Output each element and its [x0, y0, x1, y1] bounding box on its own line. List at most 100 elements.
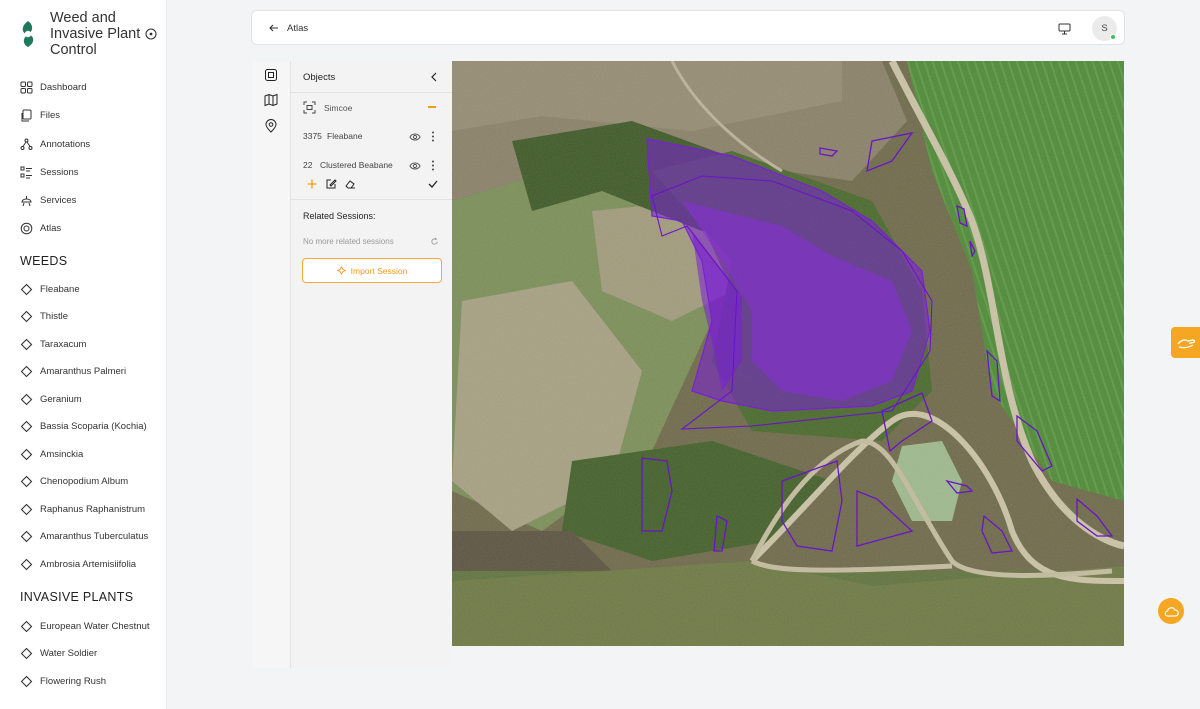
objects-panel: Objects Simcoe 3375 Fleabane 22 Clustere…	[291, 61, 452, 668]
nav-label: Atlas	[40, 222, 62, 234]
add-icon[interactable]	[306, 178, 318, 190]
object-name: Clustered Beabane	[320, 160, 393, 170]
list-item-label: Amaranthus Palmeri	[40, 366, 127, 377]
list-item-label: Amaranthus Tuberculatus	[40, 531, 149, 542]
diamond-icon	[20, 503, 33, 515]
info-icon[interactable]	[145, 28, 157, 40]
weed-item[interactable]: Amaranthus Tuberculatus	[20, 527, 160, 547]
breadcrumb[interactable]: Atlas	[287, 23, 308, 34]
list-item-label: Amsinckia	[40, 448, 84, 460]
hand-icon	[1176, 338, 1195, 348]
annotations-icon	[20, 138, 33, 150]
more-vertical-icon[interactable]	[431, 160, 435, 171]
diamond-icon	[20, 475, 33, 488]
weed-item[interactable]: Raphanus Raphanistrum	[20, 499, 160, 519]
services-icon	[21, 195, 32, 206]
diamond-icon	[20, 647, 33, 660]
nav-annotations[interactable]: Annotations	[20, 134, 160, 154]
panel-title: Objects	[303, 72, 336, 83]
diamond-icon	[20, 365, 33, 378]
edit-icon[interactable]	[325, 178, 337, 190]
cloud-sync-button[interactable]	[1158, 598, 1184, 624]
objects-panel-icon[interactable]	[264, 68, 278, 82]
diamond-icon	[20, 338, 33, 350]
nav-label: Annotations	[40, 138, 91, 150]
map-icon[interactable]	[264, 93, 278, 107]
invasive-plant-item[interactable]: Flowering Rush	[20, 671, 160, 691]
cloud-icon	[1164, 606, 1179, 617]
aerial-map[interactable]	[452, 61, 1124, 646]
eye-icon[interactable]	[409, 161, 421, 171]
list-item-label: Taraxacum	[40, 338, 87, 350]
list-item-label: Geranium	[40, 393, 82, 405]
monitor-icon[interactable]	[1058, 22, 1071, 35]
collapse-group-button[interactable]	[428, 106, 436, 108]
related-sessions-empty: No more related sessions	[303, 237, 394, 246]
related-sessions-title: Related Sessions:	[303, 211, 376, 221]
top-bar: Atlas S	[251, 10, 1125, 45]
diamond-icon	[20, 283, 33, 295]
nav-atlas[interactable]: Atlas	[20, 218, 160, 238]
weed-item[interactable]: Fleabane	[20, 279, 160, 299]
invasive-plant-item[interactable]: European Water Chestnut	[20, 616, 160, 636]
nav-services[interactable]: Services	[20, 190, 160, 210]
atlas-icon	[20, 222, 33, 234]
sidebar: Weed and Invasive Plant Control Dashboar…	[0, 0, 167, 709]
leaf-logo-icon	[22, 21, 34, 47]
object-count: 3375	[303, 131, 322, 141]
invasive-heading: INVASIVE PLANTS	[20, 590, 134, 604]
object-name: Fleabane	[327, 131, 363, 141]
nav-dashboard[interactable]: Dashboard	[20, 77, 160, 97]
list-item-label: European Water Chestnut	[40, 620, 150, 632]
divider	[291, 199, 452, 200]
tool-rail	[252, 61, 291, 668]
app-title: Weed and Invasive Plant Control	[50, 10, 141, 58]
map-canvas[interactable]	[452, 61, 1124, 646]
sessions-icon	[20, 166, 32, 178]
object-row[interactable]: 22 Clustered Beabane	[303, 160, 443, 174]
invasive-plant-item[interactable]: Water Soldier	[20, 644, 160, 664]
weed-item[interactable]: Taraxacum	[20, 334, 160, 354]
weed-item[interactable]: Geranium	[20, 389, 160, 409]
weed-item[interactable]: Amaranthus Palmeri	[20, 362, 160, 382]
diamond-icon	[20, 310, 33, 323]
weed-item[interactable]: Thistle	[20, 307, 160, 327]
weed-item[interactable]: Chenopodium Album	[20, 472, 160, 492]
scan-icon	[303, 101, 316, 114]
weed-item[interactable]: Bassia Scoparia (Kochia)	[20, 417, 160, 437]
files-icon	[21, 109, 32, 121]
gesture-help-button[interactable]	[1171, 327, 1200, 358]
import-icon	[336, 266, 346, 275]
nav-files[interactable]: Files	[20, 105, 160, 125]
eraser-icon[interactable]	[344, 178, 356, 190]
location-pin-icon[interactable]	[264, 119, 278, 133]
list-item-label: Bassia Scoparia (Kochia)	[40, 421, 147, 432]
brand[interactable]: Weed and Invasive Plant Control	[18, 10, 163, 58]
diamond-icon	[20, 393, 33, 405]
nav-label: Services	[40, 194, 77, 206]
eye-icon[interactable]	[409, 132, 421, 142]
list-item-label: Flowering Rush	[40, 675, 106, 687]
refresh-icon[interactable]	[430, 237, 439, 246]
diamond-icon	[20, 675, 33, 687]
group-name[interactable]: Simcoe	[324, 103, 352, 113]
back-arrow-icon[interactable]	[268, 22, 280, 34]
object-row[interactable]: 3375 Fleabane	[303, 131, 443, 145]
nav-label: Files	[40, 109, 61, 121]
list-item-label: Ambrosia Artemisiifolia	[40, 558, 137, 570]
diamond-icon	[20, 530, 33, 543]
grid-icon	[20, 81, 33, 93]
import-session-label: Import Session	[350, 265, 408, 276]
nav-label: Dashboard	[40, 81, 87, 93]
chevron-left-icon[interactable]	[428, 71, 440, 83]
weed-item[interactable]: Ambrosia Artemisiifolia	[20, 554, 160, 574]
weed-item[interactable]: Amsinckia	[20, 444, 160, 464]
online-status-dot	[1110, 34, 1116, 40]
list-item-label: Chenopodium Album	[40, 476, 129, 487]
nav-sessions[interactable]: Sessions	[20, 162, 160, 182]
check-icon[interactable]	[427, 178, 439, 190]
weeds-heading: WEEDS	[20, 254, 68, 268]
more-vertical-icon[interactable]	[431, 131, 435, 142]
nav-label: Sessions	[40, 166, 79, 178]
import-session-button[interactable]: Import Session	[302, 258, 442, 283]
